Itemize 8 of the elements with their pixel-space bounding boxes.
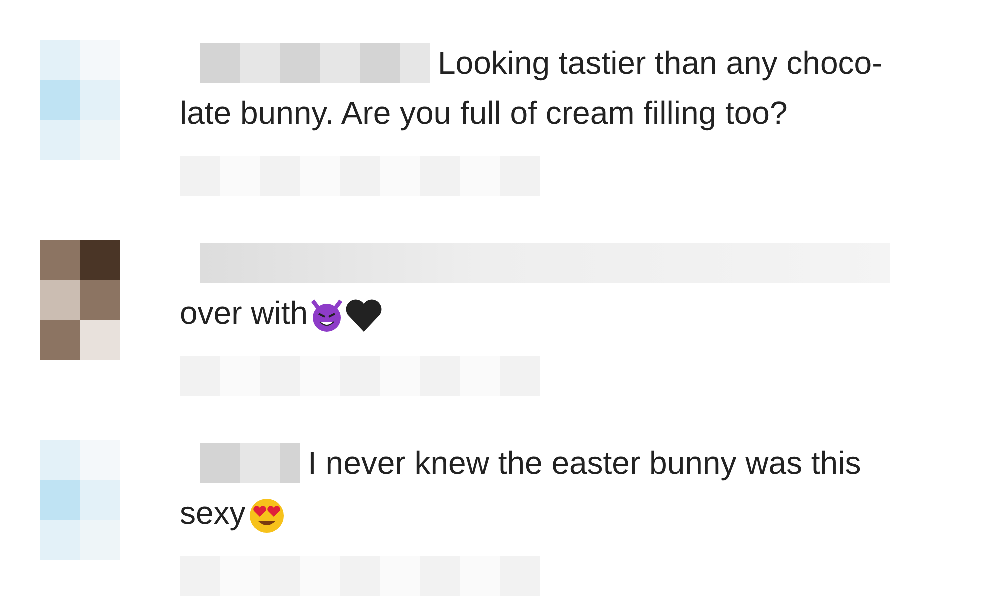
comment-text: I never knew the easter bunny was this	[308, 445, 862, 481]
heart-icon	[344, 298, 384, 334]
comment-text: sexy	[180, 495, 246, 531]
heart-eyes-face-icon	[248, 496, 286, 535]
comment-text: Looking tastier than any choco-	[438, 45, 883, 81]
comment-text: late bunny. Are you full of cream filling too?	[180, 95, 788, 131]
devil-face-icon	[310, 298, 344, 333]
comment-text: over with	[180, 295, 308, 331]
